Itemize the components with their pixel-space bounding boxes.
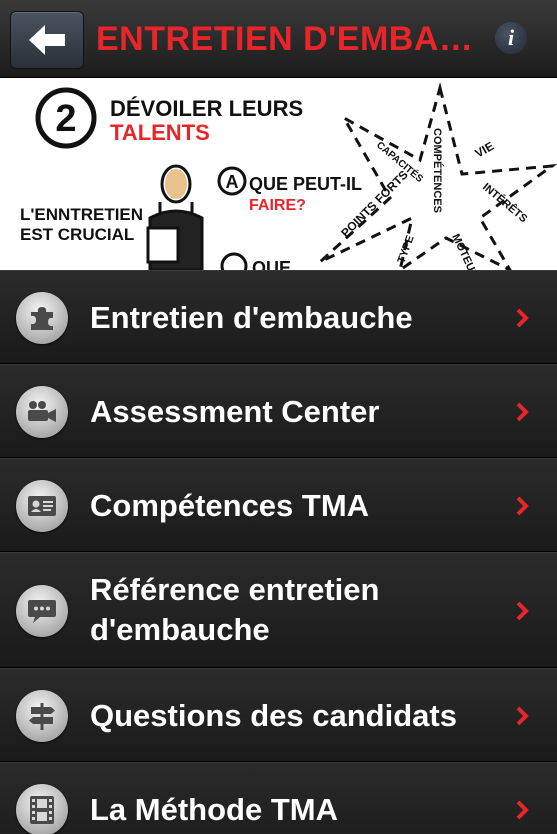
menu-item-label-line2: d'embauche <box>90 612 270 647</box>
star-word-1: COMPÉTENCES <box>431 128 444 213</box>
menu-item-competences-tma[interactable]: Compétences TMA <box>0 458 557 552</box>
face-fill <box>165 169 187 199</box>
menu-item-methode-tma[interactable]: La Méthode TMA <box>0 762 557 834</box>
header-illustration: 2 DÉVOILER LEURS TALENTS L'ENNTRETIEN ES… <box>0 78 557 270</box>
banner-left-text-line1: L'ENNTRETIEN <box>20 205 143 224</box>
banner-question-line2: FAIRE? <box>249 197 306 214</box>
signpost-icon <box>29 703 55 730</box>
speech-bubble-icon <box>28 600 56 623</box>
step-number: 2 <box>55 98 76 140</box>
sub-letter-b-circle <box>220 252 248 270</box>
signpost-icon-badge <box>16 690 68 742</box>
chevron-right-icon <box>511 495 533 517</box>
banner-cut-text: QUE <box>252 258 291 270</box>
menu-item-label: Questions des candidats <box>90 698 457 733</box>
chevron-right-icon <box>511 401 533 423</box>
menu-item-entretien-embauche[interactable]: Entretien d'embauche <box>0 270 557 364</box>
video-camera-icon <box>28 401 56 422</box>
menu-item-label: La Méthode TMA <box>90 792 338 827</box>
menu-item-label: Entretien d'embauche <box>90 300 413 335</box>
star-word-6: TYPE <box>396 234 417 265</box>
chevron-right-icon <box>511 799 533 821</box>
star-word-7: MOTEUR <box>449 232 480 270</box>
menu-item-questions-candidats[interactable]: Questions des candidats <box>0 668 557 762</box>
film-strip-icon-badge <box>16 784 68 834</box>
chevron-right-icon <box>511 600 533 622</box>
info-icon: i <box>507 25 515 50</box>
banner-heading-line1: DÉVOILER LEURS <box>110 96 303 121</box>
star-word-3: VIE <box>473 139 497 161</box>
menu-item-label: Compétences TMA <box>90 488 370 523</box>
banner-question-line1: QUE PEUT-IL <box>249 174 362 194</box>
chevron-right-icon <box>511 705 533 727</box>
back-button[interactable] <box>10 11 84 69</box>
menu-item-label-line1: Référence entretien <box>90 572 380 607</box>
id-card-icon <box>28 496 56 516</box>
menu-item-assessment-center[interactable]: Assessment Center <box>0 364 557 458</box>
sub-letter: A <box>226 172 239 192</box>
banner-left-text-line2: EST CRUCIAL <box>20 225 134 244</box>
menu-list: Entretien d'embauche Assessment Center C… <box>0 270 557 834</box>
whiteboard-drawing: 2 DÉVOILER LEURS TALENTS L'ENNTRETIEN ES… <box>20 82 557 270</box>
page-title: ENTRETIEN D'EMBA… <box>96 20 474 58</box>
puzzle-icon-badge <box>16 292 68 344</box>
navigation-bar: ENTRETIEN D'EMBA… i <box>0 0 557 78</box>
info-button[interactable]: i <box>495 22 527 54</box>
film-strip-icon <box>30 796 54 824</box>
speech-bubble-icon-badge <box>16 585 68 637</box>
puzzle-icon <box>31 307 53 330</box>
video-camera-icon-badge <box>16 386 68 438</box>
chevron-right-icon <box>511 307 533 329</box>
banner-heading-line2: TALENTS <box>110 120 210 145</box>
back-arrow-icon <box>29 25 65 55</box>
menu-item-reference-entretien[interactable]: Référence entretien d'embauche <box>0 552 557 668</box>
id-card-icon-badge <box>16 480 68 532</box>
star-word-4: INTÉRÊTS <box>480 180 530 225</box>
menu-item-label: Assessment Center <box>90 394 380 429</box>
